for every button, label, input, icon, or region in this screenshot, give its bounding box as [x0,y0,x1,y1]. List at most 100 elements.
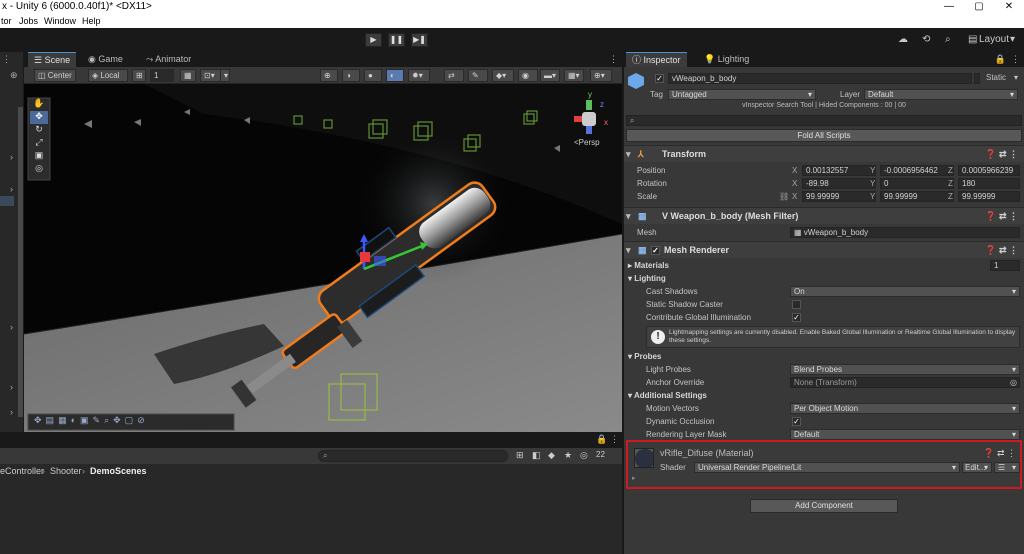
label-icon[interactable]: ◆ [548,450,555,461]
rendering-layer-dropdown[interactable]: Default [790,429,1020,440]
breadcrumb-item[interactable]: Shooter [50,466,82,476]
chevron-down-icon[interactable]: ▾ [626,208,631,225]
component-header-icons[interactable]: ❓ ⇄ ⋮ [985,242,1018,259]
orientation-icon[interactable]: ⊕ [320,69,338,82]
component-header-icons[interactable]: ❓ ⇄ ⋮ [983,448,1016,459]
chevron-down-icon[interactable]: ▾ [626,242,631,259]
probes-foldout[interactable]: ▾ Probes [628,350,661,363]
tab-lighting[interactable]: 💡 Lighting [698,52,755,67]
grid-icon[interactable]: ▦ [180,69,196,82]
static-checkbox[interactable] [974,73,980,84]
anchor-override-field[interactable]: None (Transform) [790,377,1020,388]
more-options-icon[interactable]: ⋮ [610,434,619,445]
snap-increment-icon[interactable]: ⊡▾ [200,69,222,82]
materials-row[interactable]: ▸ Materials 1 [624,259,1024,272]
rotation-z-field[interactable]: 180 [958,178,1020,189]
filter-icon[interactable]: ⊞ [516,450,524,461]
draw-icon[interactable]: ✎ [93,415,101,429]
object-picker-icon[interactable]: ◎ [1010,376,1017,389]
lock-icon[interactable]: 🔒 [995,54,1006,65]
gizmo-z-cone[interactable] [586,126,592,134]
chevron-right-icon[interactable]: ▸ [632,474,636,482]
position-z-field[interactable]: 0.0005966239 [958,165,1020,176]
probes-section[interactable]: ▾ Probes [624,350,1024,363]
pause-button[interactable]: ❚❚ [388,33,405,47]
additional-foldout[interactable]: ▾ Additional Settings [628,389,707,402]
shader-edit-button[interactable]: Edit... [962,462,992,473]
static-label[interactable]: Static [986,73,1006,82]
layer-dropdown[interactable]: Default [864,89,1018,100]
mesh-filter-header[interactable]: ▾ ▦ V Weapon_b_body (Mesh Filter) ❓ ⇄ ⋮ [624,207,1024,224]
search-icon[interactable]: ⌕ [945,34,951,45]
position-x-field[interactable]: 0.00132557 [802,165,876,176]
search-input[interactable]: ⌕ [318,450,508,462]
mesh-renderer-enabled-checkbox[interactable]: ✓ [651,246,660,255]
cloud-icon[interactable]: ☁ [898,34,908,45]
contribute-gi-checkbox[interactable]: ✓ [792,313,801,322]
static-shadow-checkbox[interactable] [792,300,801,309]
more-options-icon[interactable]: ⋮ [1011,54,1020,65]
position-y-field[interactable]: -0.0006956462 [880,165,954,176]
breadcrumb-item[interactable]: DemoScenes [90,466,147,476]
chevron-right-icon[interactable]: › [10,184,13,194]
add-icon[interactable]: ⊕ [10,70,18,81]
transform-icon[interactable]: ✥ [113,415,121,429]
menu-item-help[interactable]: Help [82,16,101,26]
type-filter-icon[interactable]: ◧ [532,450,541,461]
scale-x-field[interactable]: 99.99999 [802,191,876,202]
camera-icon[interactable]: ▬▾ [540,69,560,82]
object-name-field[interactable]: vWeapon_b_body [668,73,972,84]
move-tool-icon[interactable]: ✥ [30,111,48,124]
chevron-right-icon[interactable]: › [10,152,13,162]
grid-icon[interactable]: ▤ [46,415,55,429]
component-search-input[interactable]: ⌕ [626,115,1022,126]
close-icon[interactable]: ✕ [994,0,1024,14]
fold-all-scripts-button[interactable]: Fold All Scripts [626,129,1022,142]
transform-tool-icon[interactable]: ◎ [30,163,48,176]
chevron-down-icon[interactable]: ▾ [1014,73,1018,82]
space-dropdown[interactable]: ◈ Local ▾ [88,69,128,91]
link-icon[interactable]: ⛓ [779,190,789,203]
add-component-button[interactable]: Add Component [750,499,898,513]
chevron-down-icon[interactable]: ▾ [1010,34,1015,45]
tab-game[interactable]: ◉ Game [82,52,129,67]
scale-z-field[interactable]: 99.99999 [958,191,1020,202]
lock-icon[interactable]: ▢ [125,415,134,429]
rotate-tool-icon[interactable]: ↻ [30,124,48,137]
lighting-foldout[interactable]: ▾ Lighting [628,272,666,285]
history-icon[interactable]: ⟲ [922,34,930,45]
wireframe-icon[interactable]: ◑ [342,69,360,82]
tab-animator[interactable]: ⤳ Animator [140,52,197,67]
scale-tool-icon[interactable]: ⤢ [30,137,48,150]
materials-foldout[interactable]: ▸ Materials [628,259,669,272]
chevron-right-icon[interactable]: › [10,382,13,392]
rotation-x-field[interactable]: -89.98 [802,178,876,189]
grid-snap-icon[interactable]: ⊞ [132,69,146,82]
menu-item-tools[interactable]: tor [1,16,12,26]
minimize-icon[interactable]: — [934,0,964,14]
breadcrumb-item[interactable]: eController [0,466,44,476]
maximize-icon[interactable]: ▢ [964,0,994,14]
transform-header[interactable]: ▾ ⅄ Transform ❓ ⇄ ⋮ [624,145,1024,162]
eye-hidden-icon[interactable]: ◎ [580,450,588,461]
tag-dropdown[interactable]: Untagged [668,89,816,100]
component-header-icons[interactable]: ❓ ⇄ ⋮ [985,208,1018,225]
global-icon[interactable]: ⊕▾ [590,69,612,82]
lock-icon[interactable]: 🔒 [596,434,607,445]
effects-icon[interactable]: ✎ [468,69,488,82]
menu-item-jobs[interactable]: Jobs [19,16,38,26]
shaded-sphere-icon[interactable]: ● [364,69,382,82]
rect-tool-icon[interactable]: ▣ [30,150,48,163]
rotation-y-field[interactable]: 0 [880,178,954,189]
snap-value-field[interactable]: 1 [150,69,174,82]
star-icon[interactable]: ★ [564,450,572,461]
pivot-dropdown[interactable]: ◫ Center ▾ [34,69,76,91]
compass-icon[interactable]: ⊘ [137,415,145,429]
more-options-icon[interactable]: ⋮ [609,54,618,65]
hand-tool-icon[interactable]: ✋ [30,98,48,111]
more-options-icon[interactable]: ⋮ [2,54,11,65]
shader-menu-button[interactable]: ☰ [994,462,1020,473]
chevron-right-icon[interactable]: › [10,407,13,417]
gizmo-y-cone[interactable] [586,100,592,110]
tab-inspector[interactable]: ⓘ Inspector [626,52,687,67]
